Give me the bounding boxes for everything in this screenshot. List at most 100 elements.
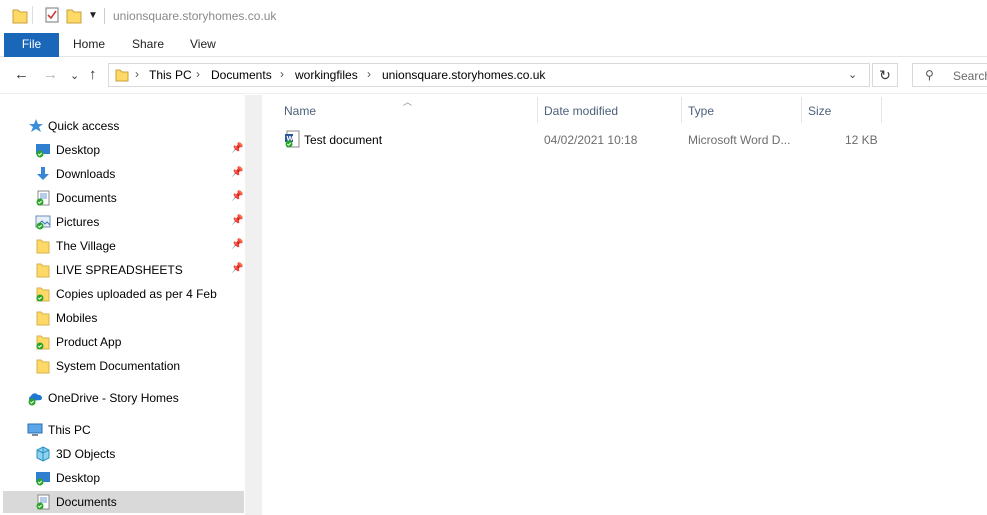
ribbon-tabs: File Home Share View <box>0 33 987 57</box>
nav-item-this-pc[interactable]: This PC <box>3 419 244 441</box>
nav-item-mobiles[interactable]: Mobiles <box>3 307 244 329</box>
nav-item-system-documentation[interactable]: System Documentation <box>3 355 244 377</box>
nav-item-label: Desktop <box>56 143 101 157</box>
title-divider <box>104 8 105 24</box>
column-header-type[interactable]: Type <box>688 104 714 118</box>
nav-item-documents[interactable]: Documents 📌 <box>3 187 244 209</box>
nav-item-label: Quick access <box>48 119 120 133</box>
nav-item-label: 3D Objects <box>56 447 116 461</box>
breadcrumb-documents[interactable]: Documents <box>211 68 272 82</box>
tab-share[interactable]: Share <box>132 33 164 57</box>
nav-item-label: Documents <box>56 495 117 509</box>
folder-icon <box>36 311 50 326</box>
folder-sync-icon <box>36 287 50 302</box>
window-title: unionsquare.storyhomes.co.uk <box>113 9 277 23</box>
file-type: Microsoft Word D... <box>688 133 791 147</box>
tab-home[interactable]: Home <box>73 33 105 57</box>
folder-icon <box>36 263 50 278</box>
nav-item-label: Product App <box>56 335 122 349</box>
nav-item-pictures[interactable]: Pictures 📌 <box>3 211 244 233</box>
folder-icon <box>36 359 50 374</box>
nav-item-label: Downloads <box>56 167 116 181</box>
nav-item-documents-pc[interactable]: Documents <box>3 491 244 513</box>
pin-icon[interactable]: 📌 <box>231 167 243 178</box>
refresh-icon: ↻ <box>879 67 891 83</box>
nav-item-label: OneDrive - Story Homes <box>48 391 179 405</box>
file-explorer-window: ▼ unionsquare.storyhomes.co.uk File Home… <box>0 0 987 515</box>
tab-view[interactable]: View <box>190 33 216 57</box>
recent-locations-chevron-icon[interactable]: ⌄ <box>70 69 79 82</box>
tab-file[interactable]: File <box>4 33 59 57</box>
desktop-icon <box>36 144 50 158</box>
nav-item-label: This PC <box>48 423 91 437</box>
new-folder-icon[interactable] <box>66 6 82 24</box>
back-arrow-icon[interactable]: ← <box>14 66 29 83</box>
nav-item-3d-objects[interactable]: 3D Objects <box>3 443 244 465</box>
breadcrumb-workingfiles[interactable]: workingfiles <box>295 68 358 82</box>
table-row[interactable]: W Test document 04/02/2021 10:18 Microso… <box>278 128 878 150</box>
nav-item-product-app[interactable]: Product App <box>3 331 244 353</box>
nav-item-live-spreadsheets[interactable]: LIVE SPREADSHEETS 📌 <box>3 259 244 281</box>
documents-icon <box>36 190 50 206</box>
computer-icon <box>27 423 43 436</box>
documents-icon <box>36 494 50 510</box>
forward-arrow-icon[interactable]: → <box>43 66 58 83</box>
nav-item-desktop-pc[interactable]: Desktop <box>3 467 244 489</box>
breadcrumb-separator-icon[interactable]: › <box>367 67 371 81</box>
pin-icon[interactable]: 📌 <box>231 191 243 202</box>
column-divider[interactable] <box>537 97 538 123</box>
navigation-pane: Quick access Desktop 📌 Downloads 📌 Docum… <box>0 95 262 515</box>
search-box[interactable]: ⚲ Search <box>912 63 987 87</box>
nav-item-label: Pictures <box>56 215 100 229</box>
file-date-modified: 04/02/2021 10:18 <box>544 133 638 147</box>
file-name[interactable]: Test document <box>304 133 382 147</box>
file-size: 12 KB <box>845 133 878 147</box>
customize-toolbar-dropdown-icon[interactable]: ▼ <box>88 10 98 21</box>
pin-icon[interactable]: 📌 <box>231 143 243 154</box>
breadcrumb-separator-icon[interactable]: › <box>196 67 200 81</box>
column-divider[interactable] <box>681 97 682 123</box>
star-icon <box>29 119 43 132</box>
refresh-button[interactable]: ↻ <box>872 63 898 87</box>
nav-item-label: The Village <box>56 239 116 253</box>
file-list: ︿ Name Date modified Type Size W Test do… <box>262 95 987 515</box>
nav-item-downloads[interactable]: Downloads 📌 <box>3 163 244 185</box>
nav-item-the-village[interactable]: The Village 📌 <box>3 235 244 257</box>
download-icon <box>37 167 49 180</box>
nav-pane-scrollbar[interactable] <box>245 95 262 515</box>
cube-icon <box>36 446 50 462</box>
folder-sync-icon <box>36 335 50 350</box>
folder-icon <box>115 69 129 82</box>
breadcrumb-current-folder[interactable]: unionsquare.storyhomes.co.uk <box>382 68 545 82</box>
pin-icon[interactable]: 📌 <box>231 263 243 274</box>
breadcrumb-separator-icon[interactable]: › <box>135 67 139 81</box>
nav-item-label: LIVE SPREADSHEETS <box>56 263 183 277</box>
search-placeholder: Search <box>953 69 987 83</box>
pin-icon[interactable]: 📌 <box>231 215 243 226</box>
column-header-name[interactable]: Name <box>284 104 316 118</box>
sort-ascending-icon: ︿ <box>403 97 413 107</box>
column-divider[interactable] <box>801 97 802 123</box>
breadcrumb-separator-icon[interactable]: › <box>280 67 284 81</box>
nav-item-label: System Documentation <box>56 359 181 373</box>
nav-item-label: Mobiles <box>56 311 98 325</box>
nav-item-quick-access[interactable]: Quick access <box>3 115 244 137</box>
nav-item-onedrive[interactable]: OneDrive - Story Homes <box>3 387 244 409</box>
address-dropdown-icon[interactable]: ⌄ <box>848 68 857 81</box>
nav-item-label: Copies uploaded as per 4 Feb <box>56 287 217 301</box>
search-icon: ⚲ <box>925 68 934 82</box>
nav-item-desktop[interactable]: Desktop 📌 <box>3 139 244 161</box>
title-bar: ▼ unionsquare.storyhomes.co.uk <box>0 0 987 33</box>
up-arrow-icon[interactable]: ↑ <box>89 66 97 83</box>
desktop-icon <box>36 472 50 486</box>
column-header-date-modified[interactable]: Date modified <box>544 104 618 118</box>
column-divider[interactable] <box>881 97 882 123</box>
nav-item-label: Documents <box>56 191 117 205</box>
properties-icon[interactable] <box>44 6 60 24</box>
nav-item-copies-uploaded[interactable]: Copies uploaded as per 4 Feb <box>3 283 244 305</box>
breadcrumb-this-pc[interactable]: This PC <box>149 68 192 82</box>
column-header-size[interactable]: Size <box>808 104 831 118</box>
address-bar[interactable]: › This PC › Documents › workingfiles › u… <box>108 63 870 87</box>
folder-icon <box>36 239 50 254</box>
pin-icon[interactable]: 📌 <box>231 239 243 250</box>
